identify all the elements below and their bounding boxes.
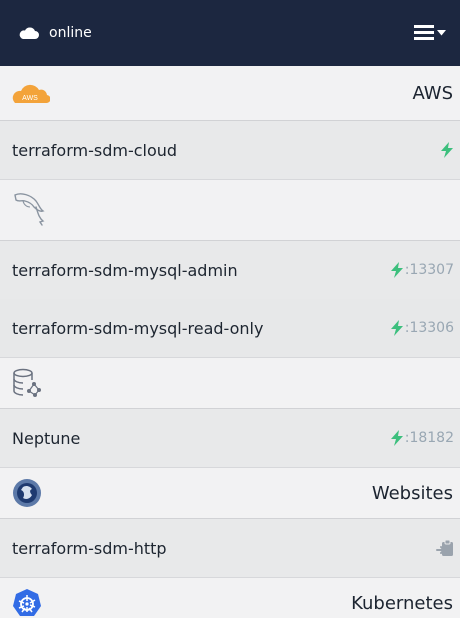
resource-connection: :13307	[390, 262, 454, 278]
clipboard-icon[interactable]	[436, 539, 454, 557]
group-header-kubernetes[interactable]: Kubernetes	[0, 577, 460, 618]
resource-name: terraform-sdm-cloud	[12, 140, 178, 160]
group-title: Kubernetes	[351, 592, 453, 614]
resource-row[interactable]: terraform-sdm-http	[0, 519, 460, 577]
status-label: online	[49, 25, 92, 41]
status-indicator: online	[18, 25, 92, 41]
port-label: :13306	[404, 320, 454, 336]
top-bar: online	[0, 0, 460, 66]
database-graph-icon	[12, 368, 42, 398]
group-title: Websites	[371, 482, 453, 504]
app-window: online AWS AWS terraform-sdm-cloud terra…	[0, 0, 460, 618]
port-label: :13307	[404, 262, 454, 278]
port-label: :18182	[404, 430, 454, 446]
resource-connection	[436, 539, 454, 557]
resource-connection	[440, 142, 454, 158]
mysql-dolphin-icon	[12, 190, 48, 230]
lightning-icon[interactable]	[390, 320, 404, 336]
group-header-websites[interactable]: Websites	[0, 467, 460, 519]
caret-down-icon	[437, 30, 446, 36]
resource-name: terraform-sdm-mysql-admin	[12, 260, 238, 280]
lightning-icon[interactable]	[390, 262, 404, 278]
kubernetes-icon	[12, 588, 42, 618]
resource-row[interactable]: terraform-sdm-cloud	[0, 121, 460, 179]
group-header-mysql[interactable]	[0, 179, 460, 241]
group-header-aws[interactable]: AWS AWS	[0, 66, 460, 121]
resource-connection: :13306	[390, 320, 454, 336]
aws-cloud-icon: AWS	[12, 82, 50, 105]
resource-name: terraform-sdm-http	[12, 538, 167, 558]
lightning-icon[interactable]	[390, 430, 404, 446]
hamburger-menu-icon	[414, 24, 434, 42]
resource-row[interactable]: terraform-sdm-mysql-read-only :13306	[0, 299, 460, 357]
resource-name: Neptune	[12, 428, 81, 448]
group-header-neptune[interactable]	[0, 357, 460, 409]
lightning-icon[interactable]	[440, 142, 454, 158]
resource-row[interactable]: Neptune :18182	[0, 409, 460, 467]
cloud-icon	[18, 26, 40, 40]
resource-row[interactable]: terraform-sdm-mysql-admin :13307	[0, 241, 460, 299]
menu-button[interactable]	[414, 24, 446, 42]
globe-icon	[12, 478, 42, 508]
svg-text:AWS: AWS	[22, 95, 38, 102]
resource-connection: :18182	[390, 430, 454, 446]
resource-name: terraform-sdm-mysql-read-only	[12, 318, 264, 338]
group-title: AWS	[412, 82, 453, 104]
